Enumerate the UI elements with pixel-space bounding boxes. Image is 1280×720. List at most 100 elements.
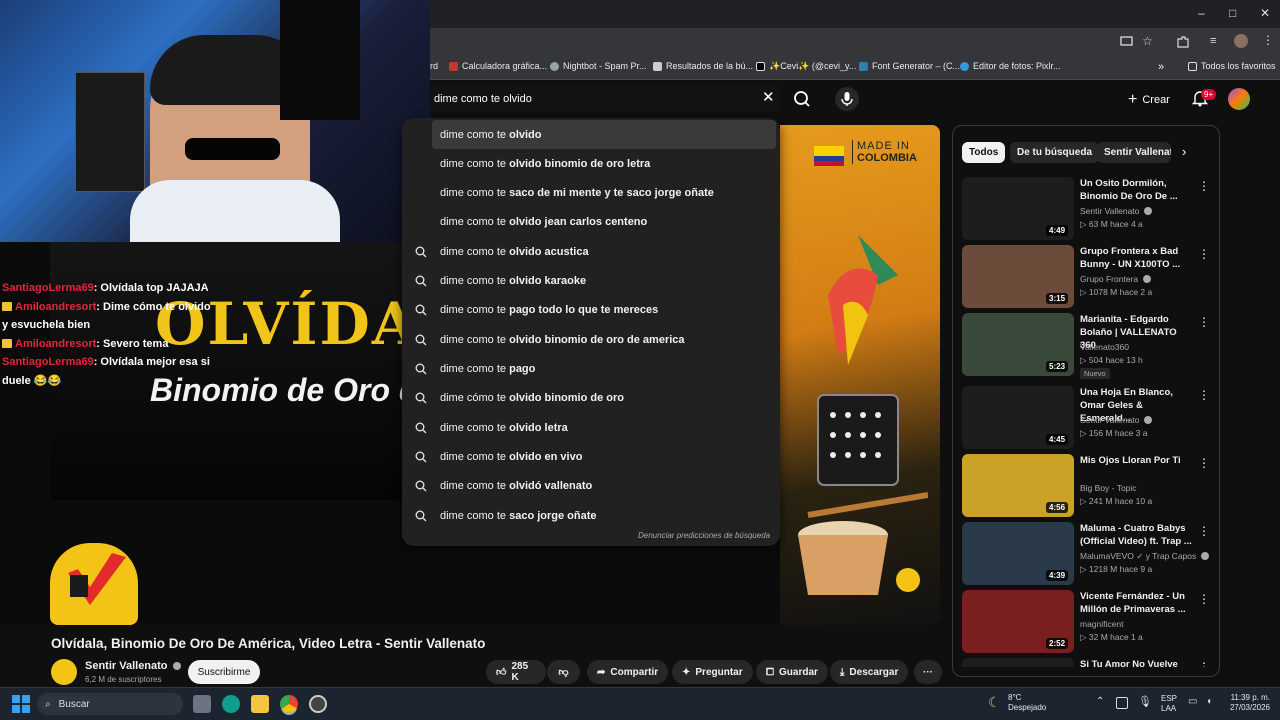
search-suggestion[interactable]: dime como te pago todo lo que te mereces: [402, 295, 780, 324]
related-video[interactable]: 4:39 Maluma - Cuatro Babys (Official Vide…: [962, 522, 1210, 586]
related-video[interactable]: 4:45 Una Hoja En Blanco, Omar Geles & Esm…: [962, 386, 1210, 450]
video-menu-icon[interactable]: ⋮: [1198, 179, 1210, 193]
channel-name[interactable]: magnificent: [1080, 619, 1123, 629]
bookmark-item[interactable]: Editor de fotos: Pixlr...: [960, 61, 1061, 71]
volume-icon[interactable]: ◖: [1206, 696, 1212, 707]
video-menu-icon[interactable]: ⋮: [1198, 388, 1210, 402]
search-suggestion[interactable]: dime como te olvido acustica: [402, 237, 780, 266]
search-query[interactable]: dime como te olvido: [434, 93, 532, 105]
chip-from-search[interactable]: De tu búsqueda: [1010, 142, 1100, 163]
search-suggestion[interactable]: dime como te olvidó vallenato: [402, 471, 780, 500]
search-icon[interactable]: [787, 86, 817, 112]
suggestion-text: dime como te olvido karaoke: [440, 274, 587, 287]
create-button[interactable]: + Crear: [1128, 91, 1170, 109]
video-menu-icon[interactable]: ⋮: [1198, 592, 1210, 606]
verified-icon: [1142, 275, 1151, 283]
report-predictions-link[interactable]: Denunciar predicciones de búsqueda: [638, 531, 770, 540]
clear-search-button[interactable]: ✕: [762, 90, 775, 106]
star-icon[interactable]: ☆: [1142, 34, 1153, 48]
search-suggestion[interactable]: dime como te pago: [402, 354, 780, 383]
file-explorer-icon[interactable]: [251, 695, 269, 713]
bookmark-item[interactable]: ✨Cevi✨ (@cevi_y...: [756, 61, 856, 72]
more-icon[interactable]: ⋮: [1262, 33, 1274, 47]
related-video[interactable]: 5:23 Marianita - Edgardo Bolaño | VALLENA…: [962, 313, 1210, 379]
video-menu-icon[interactable]: ⋮: [1198, 456, 1210, 470]
video-title[interactable]: Mis Ojos Lloran Por Ti: [1080, 454, 1192, 467]
bookmark-item[interactable]: rd: [430, 61, 438, 71]
search-suggestion[interactable]: dime cómo te olvido binomio de oro: [402, 383, 780, 412]
channel-name[interactable]: Grupo Frontera: [1080, 274, 1151, 284]
chevron-right-icon[interactable]: ›: [1182, 144, 1186, 159]
close-window-button[interactable]: ✕: [1260, 6, 1270, 20]
save-button[interactable]: ⧠ Guardar: [756, 660, 828, 684]
weather-widget[interactable]: 8°C Despejado: [1008, 693, 1046, 713]
windows-start-icon[interactable]: [12, 695, 30, 713]
search-suggestion[interactable]: dime como te saco de mi mente y te saco …: [402, 178, 780, 207]
related-video[interactable]: 3:15 Grupo Frontera x Bad Bunny - UN X100…: [962, 245, 1210, 309]
channel-name[interactable]: Vallenato360: [1080, 342, 1129, 352]
download-button[interactable]: ⤓ Descargar: [830, 660, 909, 684]
media-icon[interactable]: ≡: [1210, 35, 1216, 47]
clock[interactable]: 11:39 p. m. 27/03/2026: [1228, 693, 1270, 713]
dislike-button[interactable]: 👎︎: [547, 660, 580, 684]
search-suggestion[interactable]: dime como te olvido binomio de oro de am…: [402, 325, 780, 354]
search-suggestion[interactable]: dime como te olvido: [432, 120, 776, 149]
taskbar-search[interactable]: ⌕ Buscar: [37, 693, 183, 715]
related-video[interactable]: 2:52 Vicente Fernández - Un Millón de Pri…: [962, 590, 1210, 654]
video-title[interactable]: Si Tu Amor No Vuelve: [1080, 658, 1192, 667]
search-suggestion[interactable]: dime como te olvido letra: [402, 413, 780, 442]
network-icon[interactable]: ▭: [1188, 696, 1197, 707]
language-indicator[interactable]: ESP LAA: [1161, 694, 1177, 714]
video-menu-icon[interactable]: ⋮: [1198, 315, 1210, 329]
video-thumbnail[interactable]: [962, 658, 1074, 667]
related-video[interactable]: 4:56 Mis Ojos Lloran Por Ti Big Boy - Topi…: [962, 454, 1210, 518]
video-menu-icon[interactable]: ⋮: [1198, 247, 1210, 261]
ask-button[interactable]: ✦ Preguntar: [672, 660, 753, 684]
bookmark-item[interactable]: Calculadora gráfica...: [449, 61, 547, 71]
like-button[interactable]: 👍︎ 285 K: [486, 660, 546, 684]
tray-chevron-icon[interactable]: ⌃: [1096, 696, 1104, 707]
edge-icon[interactable]: [222, 695, 240, 713]
minimize-button[interactable]: –: [1198, 6, 1205, 20]
related-video[interactable]: Si Tu Amor No Vuelve ⋮: [962, 658, 1207, 667]
extensions-icon[interactable]: [1176, 35, 1189, 48]
video-title[interactable]: Vicente Fernández - Un Millón de Primave…: [1080, 590, 1192, 616]
task-view-icon[interactable]: [193, 695, 211, 713]
microphone-icon[interactable]: [832, 86, 862, 112]
all-favorites[interactable]: Todos los favoritos: [1188, 61, 1276, 71]
search-suggestion[interactable]: dime como te olvido karaoke: [402, 266, 780, 295]
chip-channel[interactable]: Sentir Vallenato: [1097, 142, 1171, 163]
video-title[interactable]: Grupo Frontera x Bad Bunny - UN X100TO .…: [1080, 245, 1192, 271]
search-suggestion[interactable]: dime como te olvido jean carlos centeno: [402, 207, 780, 236]
cast-icon[interactable]: [1120, 35, 1133, 48]
subscribe-button[interactable]: Suscribirme: [188, 660, 260, 684]
bookmark-item[interactable]: Resultados de la bú...: [653, 61, 753, 71]
chip-all[interactable]: Todos: [962, 142, 1006, 163]
maximize-button[interactable]: □: [1229, 6, 1236, 20]
video-menu-icon[interactable]: ⋮: [1198, 524, 1210, 538]
video-menu-icon[interactable]: ⋮: [1198, 660, 1207, 667]
channel-name[interactable]: Big Boy - Topic: [1080, 483, 1137, 493]
search-suggestion[interactable]: dime como te olvido binomio de oro letra: [402, 149, 780, 178]
more-bookmarks-icon[interactable]: »: [1158, 61, 1164, 73]
bookmark-item[interactable]: Font Generator – (C...: [859, 61, 960, 71]
channel-name[interactable]: Sentir Vallenato: [1080, 415, 1152, 425]
account-avatar[interactable]: [1228, 88, 1250, 110]
channel-name[interactable]: Sentir Vallenato: [1080, 206, 1152, 216]
bookmark-item[interactable]: Nightbot - Spam Pr...: [550, 61, 647, 71]
channel-avatar[interactable]: [51, 659, 77, 685]
more-actions-button[interactable]: ···: [914, 660, 942, 684]
obs-icon[interactable]: [309, 695, 327, 713]
related-video[interactable]: 4:49 Un Osito Dormilón, Binomio De Oro De…: [962, 177, 1210, 241]
video-title[interactable]: Un Osito Dormilón, Binomio De Oro De ...: [1080, 177, 1192, 203]
profile-avatar[interactable]: [1234, 34, 1248, 48]
chrome-icon[interactable]: [280, 695, 298, 713]
video-title[interactable]: Maluma - Cuatro Babys (Official Video) f…: [1080, 522, 1192, 548]
share-button[interactable]: ➦ Compartir: [587, 660, 669, 684]
microphone-tray-icon[interactable]: 🎙︎: [1138, 695, 1152, 708]
channel-name[interactable]: Sentir Vallenato: [85, 660, 181, 672]
search-suggestion[interactable]: dime como te saco jorge oñate: [402, 501, 780, 530]
channel-name[interactable]: MalumaVEVO ✓ y Trap Capos: [1080, 551, 1209, 562]
tray-app-icon[interactable]: [1116, 697, 1128, 709]
search-suggestion[interactable]: dime como te olvido en vivo: [402, 442, 780, 471]
